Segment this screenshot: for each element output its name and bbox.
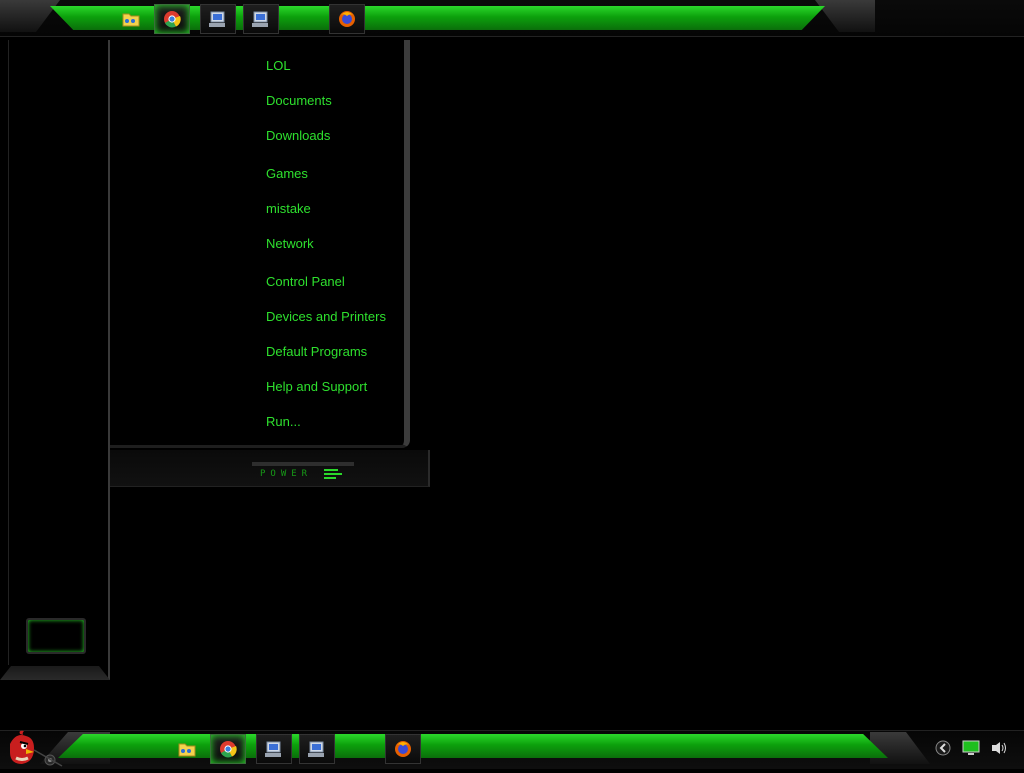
computer-button[interactable]	[200, 4, 236, 34]
menu-item-mistake[interactable]: mistake	[266, 201, 311, 217]
angry-bird-icon	[10, 730, 63, 767]
menu-item-devices-and-printers[interactable]: Devices and Printers	[266, 309, 386, 325]
monitor-icon[interactable]	[962, 739, 980, 757]
power-area: POWER	[110, 450, 430, 487]
system-tray	[934, 739, 1008, 757]
power-button[interactable]: POWER	[252, 462, 354, 482]
top-quick-launch-bar	[0, 0, 1024, 40]
computer-icon	[308, 741, 324, 757]
user-picture-frame[interactable]	[26, 618, 86, 654]
firefox-icon	[395, 741, 411, 757]
taskbar-folder-button[interactable]	[169, 734, 205, 764]
left-sidebar-panel	[0, 40, 110, 680]
taskbar	[0, 730, 1024, 769]
folder-icon	[122, 13, 140, 27]
taskbar-computer-button[interactable]	[256, 734, 292, 764]
menu-item-documents[interactable]: Documents	[266, 93, 332, 109]
chrome-icon	[220, 741, 237, 758]
power-arrow-icon	[324, 469, 343, 479]
computer-icon	[209, 11, 225, 27]
taskbar-firefox-button[interactable]	[385, 734, 421, 764]
taskbar-computer-button-2[interactable]	[299, 734, 335, 764]
menu-item-control-panel[interactable]: Control Panel	[266, 274, 345, 290]
firefox-icon	[339, 11, 355, 27]
folder-button[interactable]	[113, 4, 149, 34]
power-label: POWER	[260, 469, 313, 479]
menu-item-games[interactable]: Games	[266, 166, 308, 182]
computer-button-2[interactable]	[243, 4, 279, 34]
chrome-icon	[164, 11, 181, 28]
speaker-icon[interactable]	[990, 739, 1008, 757]
menu-item-default-programs[interactable]: Default Programs	[266, 344, 367, 360]
taskbar-chrome-button[interactable]	[210, 734, 246, 764]
computer-icon	[265, 741, 281, 757]
panel-bottom-notch	[0, 666, 110, 680]
chrome-button[interactable]	[154, 4, 190, 34]
menu-item-run[interactable]: Run...	[266, 414, 301, 430]
start-button[interactable]	[4, 730, 64, 768]
panel-divider	[8, 40, 9, 665]
start-menu: LOL Documents Downloads Games mistake Ne…	[110, 40, 430, 487]
menu-item-lol[interactable]: LOL	[266, 58, 291, 74]
menu-item-help-and-support[interactable]: Help and Support	[266, 379, 367, 395]
folder-icon	[178, 743, 196, 757]
computer-icon	[252, 11, 268, 27]
menu-item-network[interactable]: Network	[266, 236, 314, 252]
menu-item-downloads[interactable]: Downloads	[266, 128, 330, 144]
back-icon[interactable]	[934, 739, 952, 757]
firefox-button[interactable]	[329, 4, 365, 34]
